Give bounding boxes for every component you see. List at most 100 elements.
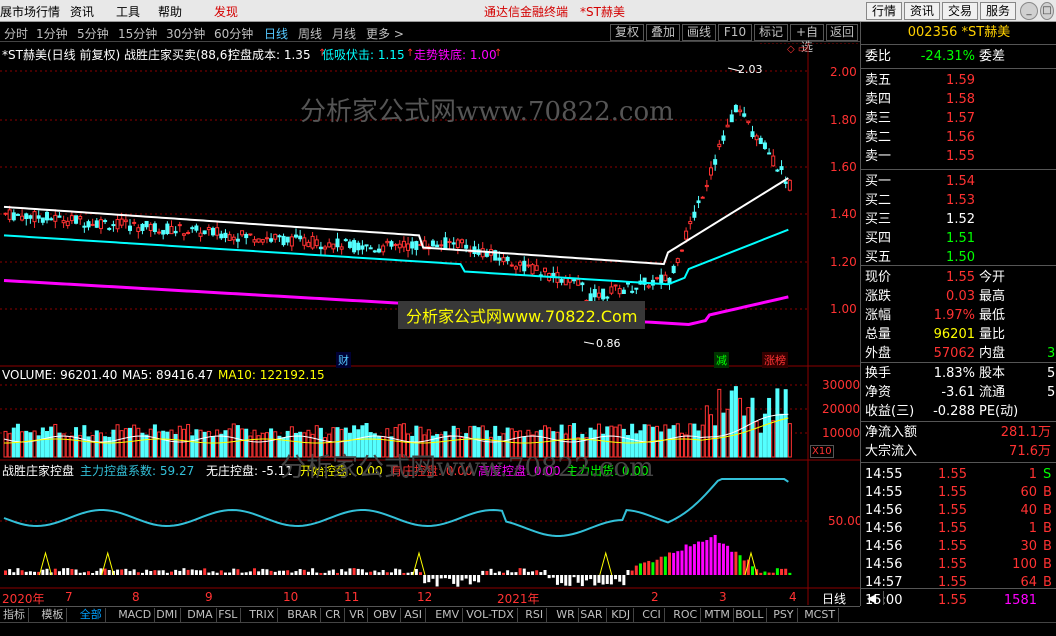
bid-row[interactable]: 买三 1.52 — [861, 210, 1056, 229]
indicator-bar — [228, 572, 232, 575]
adjust-button[interactable]: 复权 — [610, 24, 644, 41]
indicator-tab[interactable]: ASI — [401, 608, 426, 622]
flow-row[interactable]: 净流入额 281.1万 — [861, 423, 1056, 442]
period-15min[interactable]: 15分钟 — [118, 25, 157, 42]
bid-row[interactable]: 买四 1.51 — [861, 229, 1056, 248]
stat2-row[interactable]: 换手 1.83% 股本 5 — [861, 364, 1056, 383]
panel-switch-button[interactable]: ◀ — [860, 591, 884, 605]
period-60min[interactable]: 60分钟 — [214, 25, 253, 42]
indicator-bar — [157, 570, 161, 575]
menu-info[interactable]: 资讯 — [70, 3, 94, 20]
indicator-tab[interactable]: 指标 — [0, 608, 29, 622]
indicator-tab[interactable]: 全部 — [77, 608, 106, 622]
indicator-tab[interactable]: PSY — [770, 608, 798, 622]
indicator-tab[interactable]: DMA — [184, 608, 217, 622]
indicator-tab[interactable]: CCI — [639, 608, 665, 622]
stat-row[interactable]: 现价 1.55 今开 — [861, 268, 1056, 287]
period-30min[interactable]: 30分钟 — [166, 25, 205, 42]
draw-button[interactable]: 画线 — [682, 24, 716, 41]
menu-tools[interactable]: 工具 — [116, 3, 140, 20]
indicator-bar — [174, 569, 178, 575]
ask-row[interactable]: 卖五 1.59 — [861, 71, 1056, 90]
indicator-tab[interactable]: ROC — [670, 608, 702, 622]
tick-row[interactable]: 14:56 1.55 100 B — [861, 555, 1056, 574]
diamond-icon[interactable]: ◇ ▭ — [787, 44, 807, 55]
indicator-tab[interactable]: VR — [346, 608, 369, 622]
flow-row[interactable]: 大宗流入 71.6万 — [861, 442, 1056, 461]
add-favorite-button[interactable]: +自选 — [790, 24, 824, 54]
volume-bar — [90, 434, 95, 458]
top-quote-button[interactable]: 行情 — [866, 2, 902, 20]
indicator-tab[interactable]: VOL-TDX — [463, 608, 518, 622]
indicator-bar — [614, 575, 618, 580]
minimize-icon[interactable]: _ — [1020, 2, 1038, 20]
stat-row[interactable]: 总量 96201 量比 — [861, 325, 1056, 344]
candle-body — [7, 209, 12, 220]
candle-body — [82, 225, 87, 228]
indicator-tab[interactable]: MTM — [701, 608, 734, 622]
menu-help[interactable]: 帮助 — [158, 3, 182, 20]
marker-gain-list[interactable]: 涨榜 — [762, 352, 788, 368]
chart-area[interactable]: 2.00 1.80 1.60 1.40 1.20 1.00 *ST赫美(日线 前… — [0, 43, 862, 606]
mark-button[interactable]: 标记 — [754, 24, 788, 41]
marker-reduce[interactable]: 减 — [714, 352, 729, 368]
indicator-tab[interactable]: CR — [322, 608, 345, 622]
period-5min[interactable]: 5分钟 — [77, 25, 109, 42]
period-more[interactable]: 更多 > — [366, 25, 404, 42]
stat-row[interactable]: 涨跌 0.03 最高 — [861, 287, 1056, 306]
indicator-tab[interactable]: TRIX — [246, 608, 279, 622]
indicator-tab[interactable]: OBV — [370, 608, 401, 622]
indicator-tab[interactable]: KDJ — [608, 608, 635, 622]
marker-finance[interactable]: 财 — [336, 352, 351, 368]
stat2-row[interactable]: 收益(三) -0.288 PE(动) — [861, 402, 1056, 421]
indicator-tab[interactable]: SAR — [577, 608, 607, 622]
ask-row[interactable]: 卖三 1.57 — [861, 109, 1056, 128]
indicator-tab[interactable]: BOLL — [732, 608, 768, 622]
watermark-indicator: 分析家公式网www.70822.com — [280, 453, 654, 483]
volume-bar — [165, 431, 170, 458]
indicator-tab[interactable]: BRAR — [284, 608, 322, 622]
period-weekly[interactable]: 周线 — [298, 25, 322, 42]
menu-discover[interactable]: 发现 — [214, 3, 238, 20]
overlay-button[interactable]: 叠加 — [646, 24, 680, 41]
ask-row[interactable]: 卖二 1.56 — [861, 128, 1056, 147]
top-trade-button[interactable]: 交易 — [942, 2, 978, 20]
menu-market[interactable]: 展市场行情 — [0, 3, 60, 20]
ask-row[interactable]: 卖一 1.55 — [861, 147, 1056, 166]
indicator-tab[interactable]: 模板 — [38, 608, 68, 622]
bid-row[interactable]: 买一 1.54 — [861, 172, 1056, 191]
stat-row[interactable]: 涨幅 1.97% 最低 — [861, 306, 1056, 325]
indicator-tab[interactable]: EMV — [432, 608, 464, 622]
indicator-tab[interactable]: RSI — [522, 608, 548, 622]
candle-body — [198, 232, 203, 237]
indicator-bar — [203, 568, 207, 575]
period-1min[interactable]: 1分钟 — [36, 25, 68, 42]
candle-body — [509, 264, 514, 267]
ask-row[interactable]: 卖四 1.58 — [861, 90, 1056, 109]
top-service-button[interactable]: 服务 — [980, 2, 1016, 20]
stat-row[interactable]: 外盘 57062 内盘 3 — [861, 344, 1056, 363]
candle-body — [659, 274, 664, 285]
period-monthly[interactable]: 月线 — [332, 25, 356, 42]
tick-row[interactable]: 14:56 1.55 1 B — [861, 519, 1056, 538]
f10-button[interactable]: F10 — [718, 24, 752, 41]
period-intraday[interactable]: 分时 — [4, 25, 28, 42]
tick-row[interactable]: 14:56 1.55 30 B — [861, 537, 1056, 556]
indicator-tab[interactable]: MACD — [115, 608, 156, 622]
indicator-bar — [514, 572, 518, 575]
tick-row[interactable]: 14:55 1.55 1 S — [861, 465, 1056, 484]
indicator-tab[interactable]: DMI — [153, 608, 182, 622]
back-button[interactable]: 返回 — [826, 24, 858, 41]
indicator-tab[interactable]: FSL — [215, 608, 242, 622]
period-daily[interactable]: 日线 — [264, 25, 288, 42]
top-info-button[interactable]: 资讯 — [904, 2, 940, 20]
indicator-bar — [8, 569, 12, 575]
maximize-icon[interactable]: □ — [1040, 2, 1054, 20]
stat2-row[interactable]: 净资 -3.61 流通 5 — [861, 383, 1056, 402]
bid-row[interactable]: 买二 1.53 — [861, 191, 1056, 210]
tick-row[interactable]: 14:55 1.55 60 B — [861, 483, 1056, 502]
indicator-tab[interactable]: WR — [553, 608, 579, 622]
indicator-tab[interactable]: MCST — [801, 608, 840, 622]
candle-body — [771, 155, 776, 167]
tick-row[interactable]: 14:56 1.55 40 B — [861, 501, 1056, 520]
